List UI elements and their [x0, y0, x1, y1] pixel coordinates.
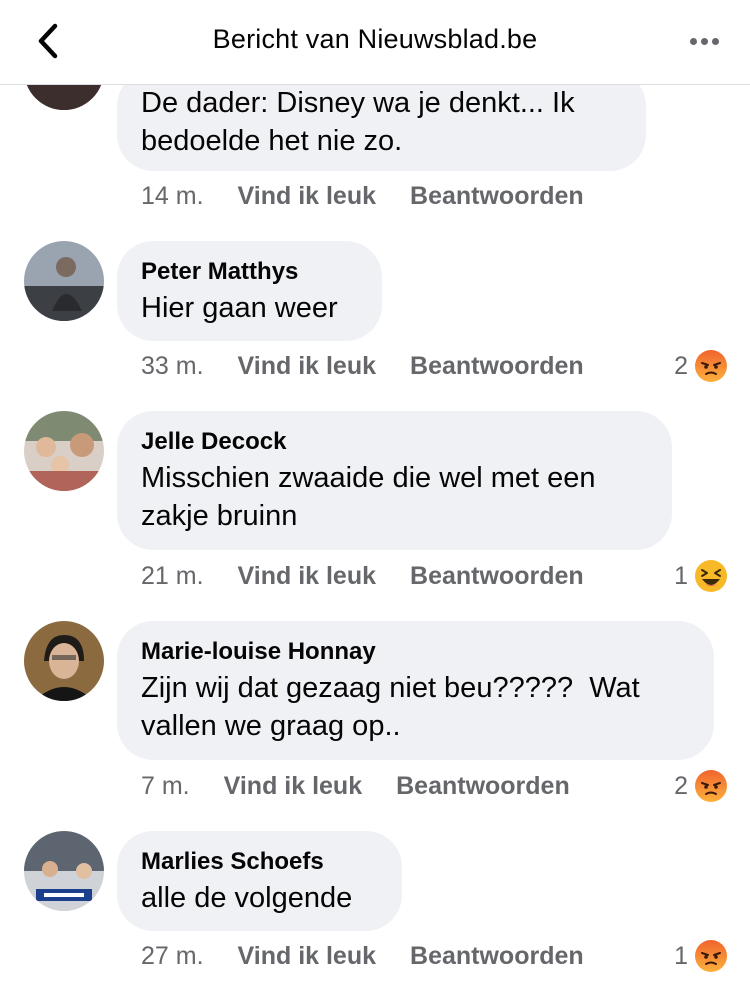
reply-button[interactable]: Beantwoorden — [410, 352, 584, 381]
comment-bubble[interactable]: Jelle Decock Misschien zwaaide die wel m… — [117, 411, 672, 550]
reply-button[interactable]: Beantwoorden — [396, 772, 570, 801]
like-button[interactable]: Vind ik leuk — [238, 352, 376, 381]
comment-author[interactable]: Peter Matthys — [141, 257, 356, 287]
comment-bubble[interactable]: De dader: Disney wa je denkt... Ik bedoe… — [117, 70, 646, 171]
more-horizontal-icon — [689, 37, 697, 45]
comment-time: 7 m. — [141, 771, 190, 800]
comment-text: De dader: Disney wa je denkt... Ik bedoe… — [141, 87, 575, 157]
more-options-button[interactable] — [682, 22, 726, 60]
avatar[interactable] — [24, 831, 104, 911]
reaction-summary[interactable]: 1 — [674, 558, 728, 594]
comment-bubble[interactable]: Peter Matthys Hier gaan weer — [117, 241, 382, 341]
like-button[interactable]: Vind ik leuk — [238, 942, 376, 971]
comment-time: 21 m. — [141, 561, 204, 590]
reaction-count: 2 — [674, 351, 688, 380]
avatar[interactable] — [24, 411, 104, 491]
avatar[interactable] — [24, 621, 104, 701]
reaction-summary[interactable]: 1 — [674, 938, 728, 974]
comment-text: Misschien zwaaide die wel met een zakje … — [141, 462, 596, 532]
comment-time: 27 m. — [141, 941, 204, 970]
comment-actions: 14 m. Vind ik leuk Beantwoorden — [141, 179, 618, 213]
angry-emoji-icon — [695, 940, 727, 972]
avatar-image — [24, 831, 104, 911]
avatar-image — [24, 241, 104, 321]
comment-actions: 27 m. Vind ik leuk Beantwoorden — [141, 939, 618, 973]
like-button[interactable]: Vind ik leuk — [238, 182, 376, 211]
like-button[interactable]: Vind ik leuk — [224, 772, 362, 801]
comment-bubble[interactable]: Marlies Schoefs alle de volgende — [117, 831, 402, 931]
more-dot — [700, 37, 708, 45]
comment-actions: 7 m. Vind ik leuk Beantwoorden — [141, 769, 604, 803]
reply-button[interactable]: Beantwoorden — [410, 562, 584, 591]
avatar[interactable] — [24, 241, 104, 321]
comment-actions: 21 m. Vind ik leuk Beantwoorden — [141, 559, 618, 593]
comment-time: 33 m. — [141, 351, 204, 380]
reaction-summary[interactable]: 2 — [674, 348, 728, 384]
top-bar: Bericht van Nieuwsblad.be — [0, 0, 750, 85]
more-dot — [711, 37, 719, 45]
avatar-image — [24, 621, 104, 701]
comment-text: Hier gaan weer — [141, 292, 338, 324]
comment-author[interactable]: Marlies Schoefs — [141, 847, 376, 877]
reaction-count: 1 — [674, 941, 688, 970]
reaction-summary[interactable]: 2 — [674, 768, 728, 804]
like-button[interactable]: Vind ik leuk — [238, 562, 376, 591]
comment-actions: 33 m. Vind ik leuk Beantwoorden — [141, 349, 618, 383]
comment-time: 14 m. — [141, 181, 204, 210]
page-title: Bericht van Nieuwsblad.be — [212, 24, 538, 54]
reply-button[interactable]: Beantwoorden — [410, 942, 584, 971]
comment-bubble[interactable]: Marie-louise Honnay Zijn wij dat gezaag … — [117, 621, 714, 760]
comment-text: alle de volgende — [141, 882, 353, 914]
reply-button[interactable]: Beantwoorden — [410, 182, 584, 211]
comment-author[interactable]: Jelle Decock — [141, 427, 646, 457]
angry-emoji-icon — [695, 770, 727, 802]
comment-author[interactable]: Marie-louise Honnay — [141, 637, 688, 667]
comment-text: Zijn wij dat gezaag niet beu????? Wat va… — [141, 672, 640, 742]
avatar-image — [24, 411, 104, 491]
laughing-emoji-icon — [695, 560, 727, 592]
reaction-count: 2 — [674, 771, 688, 800]
reaction-count: 1 — [674, 561, 688, 590]
angry-emoji-icon — [695, 350, 727, 382]
